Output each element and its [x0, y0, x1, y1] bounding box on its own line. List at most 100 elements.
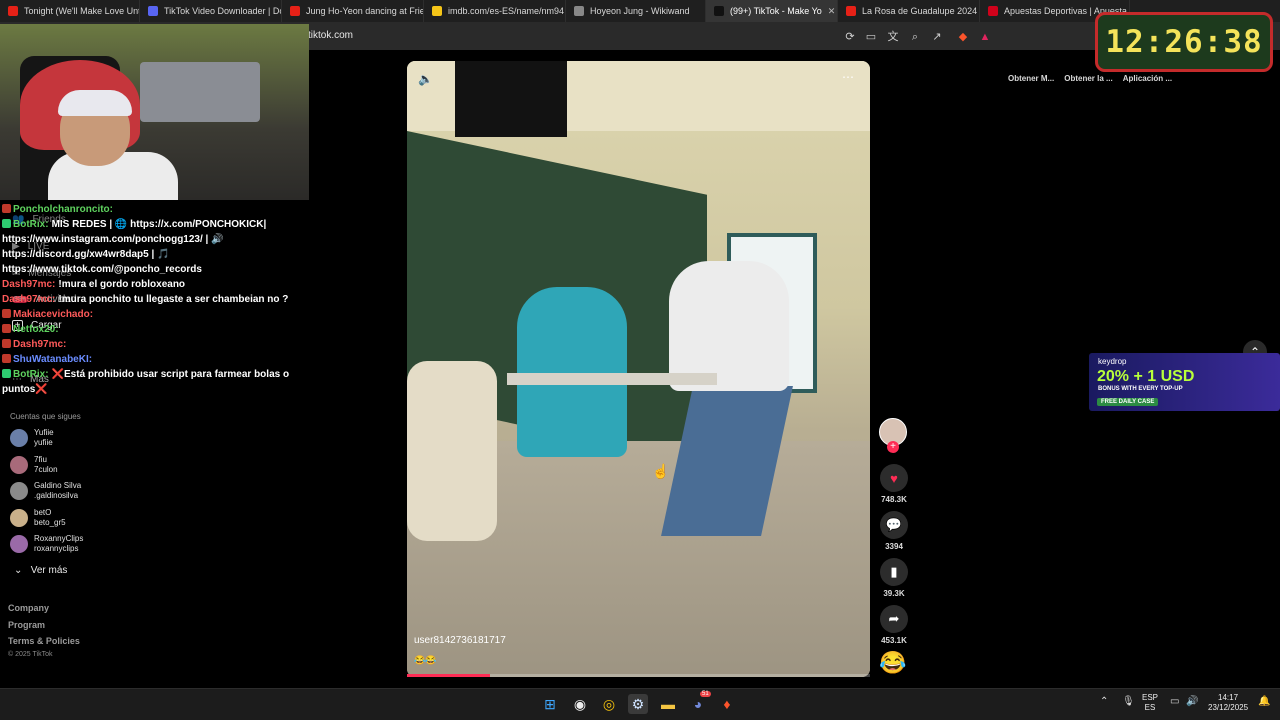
windows-start-icon[interactable]: ⊞ [540, 694, 560, 714]
webcam-cap [58, 90, 132, 116]
bookmark-1[interactable]: Obtener M... [1008, 74, 1054, 83]
obs-icon[interactable]: ◉ [570, 694, 590, 714]
tab-favicon-icon [574, 6, 584, 16]
volume-tray-icon[interactable]: 🔊 [1186, 696, 1198, 707]
avatar [10, 429, 28, 447]
save-count: 39.3K [883, 589, 905, 598]
close-tab-icon[interactable]: ✕ [828, 6, 836, 17]
chat-badge-icon [2, 324, 11, 333]
chat-text: https://discord.gg/xw4wr8dap5 | 🎵 [2, 249, 170, 260]
browser-tab[interactable]: Hoyeon Jung - Wikiwand [566, 0, 706, 22]
tab-title: (99+) TikTok - Make Yo [730, 6, 822, 16]
brave-icon[interactable]: ♦ [717, 694, 737, 714]
file-explorer-icon[interactable]: ▬ [658, 694, 678, 714]
footer-company[interactable]: Company [8, 603, 49, 613]
video-username[interactable]: user8142736181717 [414, 635, 506, 646]
more-options-icon[interactable]: ⋯ [842, 70, 855, 84]
chat-badge-icon [2, 219, 11, 228]
video-scene-person-right [669, 261, 789, 391]
discord-icon[interactable]: ◕ [688, 694, 708, 714]
share-icon[interactable]: ↗ [930, 30, 944, 44]
notification-bell-icon[interactable]: 🔔 [1258, 696, 1270, 707]
footer-terms[interactable]: Terms & Policies [8, 636, 80, 646]
browser-tab[interactable]: (99+) TikTok - Make Yo ✕ [706, 0, 838, 22]
screen-icon[interactable]: ▭ [864, 30, 878, 44]
chat-badge-icon [2, 309, 11, 318]
input-language[interactable]: ESP ES [1142, 693, 1158, 713]
see-more-button[interactable]: ⌄ Ver más [14, 565, 67, 576]
video-player[interactable] [407, 61, 870, 677]
chat-text: !mura el gordo robloxeano [58, 279, 186, 290]
footer-program[interactable]: Program [8, 620, 45, 630]
following-account[interactable]: 7fiu 7culon [10, 455, 58, 475]
chrome-icon[interactable]: ◎ [599, 694, 619, 714]
tab-favicon-icon [988, 6, 998, 16]
chat-text: https://www.instagram.com/ponchogg123/ |… [2, 234, 224, 245]
video-caption: 😂😂 [414, 655, 437, 665]
following-account[interactable]: Galdino Silva .galdinosilva [10, 481, 81, 501]
chat-username[interactable]: BotRix: [13, 219, 49, 230]
comment-count: 3394 [885, 542, 903, 551]
chat-message: Makiacevichado: [2, 307, 302, 322]
cast-icon[interactable]: ⟳ [843, 30, 857, 44]
browser-tab[interactable]: Tonight (We'll Make Love Unti [0, 0, 140, 22]
video-scene-table [507, 373, 717, 385]
chat-username[interactable]: ShuWatanabeKI: [13, 354, 92, 365]
tab-favicon-icon [148, 6, 158, 16]
chat-username[interactable]: Poncholchanroncito: [13, 204, 113, 215]
bookmark-2[interactable]: Obtener la ... [1064, 74, 1112, 83]
clock-date[interactable]: 14:17 23/12/2025 [1208, 693, 1248, 713]
translate-icon[interactable]: 文 [886, 30, 900, 44]
save-button[interactable]: ▮ 39.3K [878, 558, 910, 598]
chat-message: https://discord.gg/xw4wr8dap5 | 🎵 [2, 247, 302, 262]
share-arrow-icon: ➦ [880, 605, 908, 633]
browser-tab[interactable]: La Rosa de Guadalupe 2024 N [838, 0, 980, 22]
browser-tab[interactable]: Jung Ho-Yeon dancing at Frie [282, 0, 424, 22]
following-account[interactable]: Yufiie yufiie [10, 428, 54, 448]
chat-badge-icon [2, 369, 11, 378]
chat-text: !mura ponchito tu llegaste a ser chambei… [58, 294, 289, 305]
avatar [10, 535, 28, 553]
following-account[interactable]: RoxannyClips roxannyclips [10, 534, 83, 554]
bookmark-3[interactable]: Aplicación ... [1123, 74, 1172, 83]
brave-rewards-icon[interactable]: ▲ [978, 30, 992, 44]
comment-button[interactable]: 💬 3394 [878, 511, 910, 551]
video-scene-chair [407, 361, 497, 541]
webcam-overlay [0, 24, 309, 200]
following-account[interactable]: betO beto_gr5 [10, 508, 66, 528]
chat-message: Poncholchanroncito: [2, 202, 302, 217]
volume-icon[interactable]: 🔈 [418, 72, 433, 86]
heart-icon: ♥ [880, 464, 908, 492]
video-scene-person-left [517, 287, 627, 457]
chat-username[interactable]: Dash97mc: [2, 279, 55, 290]
share-button[interactable]: ➦ 453.1K [878, 605, 910, 645]
bookmark-icon: ▮ [880, 558, 908, 586]
follow-plus-icon[interactable]: + [887, 441, 899, 453]
avatar [10, 482, 28, 500]
chat-username[interactable]: Netfox20: [13, 324, 59, 335]
like-button[interactable]: ♥ 748.3K [878, 464, 910, 504]
chat-message: Dash97mc: !mura ponchito tu llegaste a se… [2, 292, 302, 307]
tab-favicon-icon [290, 6, 300, 16]
url-text[interactable]: tiktok.com [308, 30, 353, 41]
browser-tab[interactable]: imdb.com/es-ES/name/nm94 [424, 0, 566, 22]
steam-icon[interactable]: ⚙ [628, 694, 648, 714]
browser-tab[interactable]: TikTok Video Downloader | Do [140, 0, 282, 22]
network-icon[interactable]: ▭ [1170, 696, 1179, 707]
brave-shield-icon[interactable]: ◆ [956, 30, 970, 44]
discord-badge: 51 [700, 691, 711, 697]
chat-username[interactable]: Makiacevichado: [13, 309, 93, 320]
zoom-icon[interactable]: ⌕ [908, 30, 922, 44]
chat-username[interactable]: Dash97mc: [2, 294, 55, 305]
copyright: © 2025 TikTok [8, 651, 53, 658]
chat-message: Dash97mc: [2, 337, 302, 352]
tab-favicon-icon [714, 6, 724, 16]
chat-username[interactable]: Dash97mc: [13, 339, 66, 350]
chat-username[interactable]: BotRix: [13, 369, 49, 380]
tray-chevron-up-icon[interactable]: ⌃ [1100, 696, 1108, 707]
microphone-icon[interactable]: 🎙 [1122, 696, 1135, 707]
chat-badge-icon [2, 204, 11, 213]
chat-message: Dash97mc: !mura el gordo robloxeano [2, 277, 302, 292]
browser-tab-bar: Tonight (We'll Make Love Unti TikTok Vide… [0, 0, 1280, 22]
like-count: 748.3K [881, 495, 907, 504]
